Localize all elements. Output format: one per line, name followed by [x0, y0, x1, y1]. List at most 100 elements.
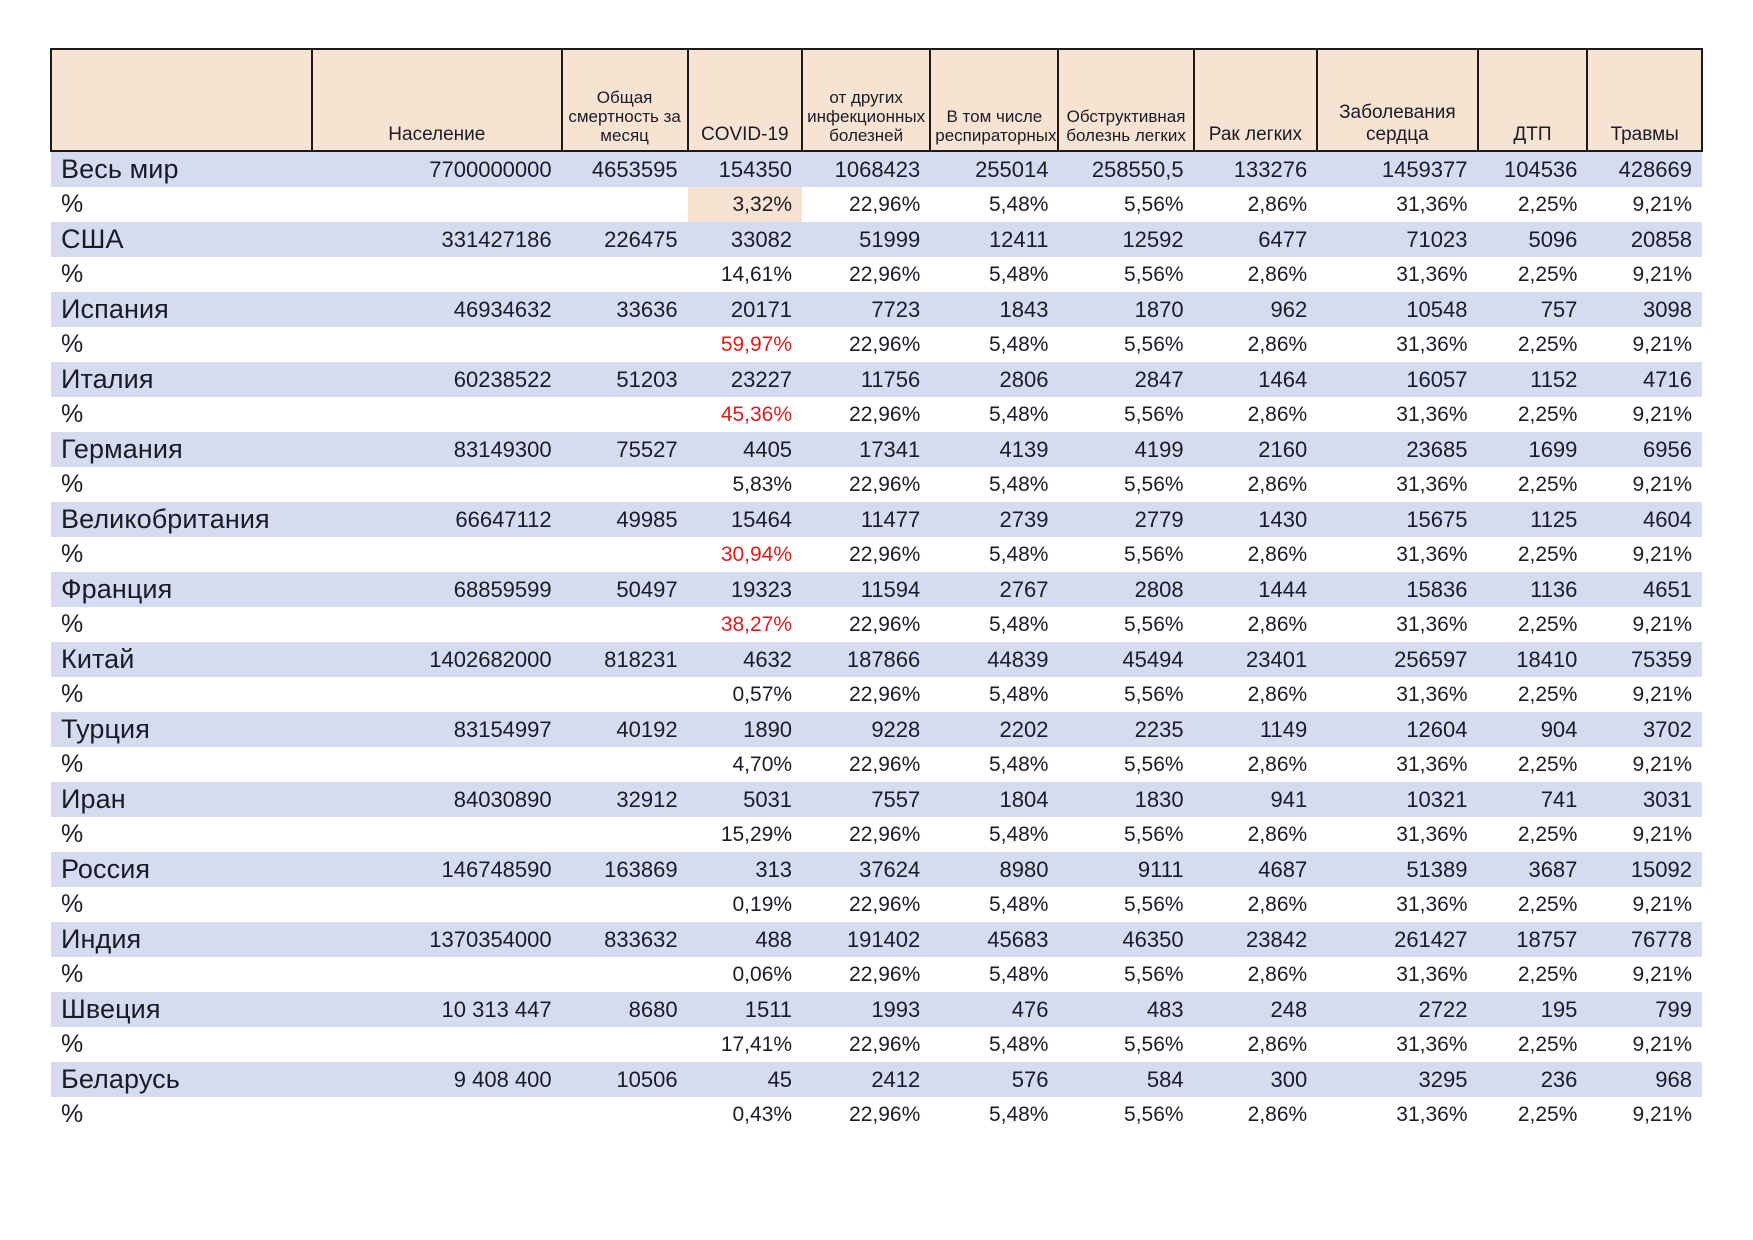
cell-death: 8680: [561, 992, 688, 1027]
cell-resp: 576: [930, 1062, 1059, 1097]
cell-covid: 313: [687, 852, 803, 887]
cell-traum: 428669: [1587, 151, 1702, 187]
cell-pct-resp: 5,48%: [930, 397, 1059, 432]
cell-pct-inf: 22,96%: [802, 817, 931, 852]
cell-pct-dtp: 2,25%: [1477, 187, 1588, 222]
cell-covid: 4405: [687, 432, 803, 467]
table-row-percent: % 17,41% 22,96% 5,48% 5,56% 2,86% 31,36% 2,25% 9…: [51, 1027, 1702, 1062]
cell-pct-covid: 38,27%: [687, 607, 803, 642]
cell-death: 226475: [561, 222, 688, 257]
table-row-percent: % 15,29% 22,96% 5,48% 5,56% 2,86% 31,36% 2,25% 9…: [51, 817, 1702, 852]
percent-row-label: %: [51, 957, 313, 992]
cell-inf: 11756: [802, 362, 931, 397]
cell-obstr: 2779: [1058, 502, 1194, 537]
cell-pct-obstr: 5,56%: [1058, 397, 1194, 432]
cell-pct-dtp: 2,25%: [1477, 817, 1588, 852]
cell-pct-inf: 22,96%: [802, 747, 931, 782]
cell-dtp: 904: [1477, 712, 1588, 747]
cell-pct-inf: 22,96%: [802, 607, 931, 642]
cell-heart: 15836: [1317, 572, 1478, 607]
cell-pct-lung: 2,86%: [1193, 607, 1318, 642]
percent-row-label: %: [51, 257, 313, 292]
cell-pct-death: [561, 1027, 688, 1062]
table-row-percent: % 0,43% 22,96% 5,48% 5,56% 2,86% 31,36% 2,25% 9,…: [51, 1097, 1702, 1132]
cell-covid: 1511: [687, 992, 803, 1027]
table-row-percent: % 45,36% 22,96% 5,48% 5,56% 2,86% 31,36% 2,25% 9…: [51, 397, 1702, 432]
cell-pct-heart: 31,36%: [1317, 257, 1478, 292]
table-row-percent: % 59,97% 22,96% 5,48% 5,56% 2,86% 31,36% 2,25% 9…: [51, 327, 1702, 362]
cell-pct-pop: [312, 537, 562, 572]
cell-pct-traum: 9,21%: [1587, 467, 1702, 502]
cell-obstr: 4199: [1058, 432, 1194, 467]
cell-resp: 8980: [930, 852, 1059, 887]
cell-pct-inf: 22,96%: [802, 1027, 931, 1062]
cell-traum: 4716: [1587, 362, 1702, 397]
cell-pct-traum: 9,21%: [1587, 747, 1702, 782]
cell-resp: 12411: [930, 222, 1059, 257]
country-name-cell: Германия: [51, 432, 313, 467]
cell-covid: 5031: [687, 782, 803, 817]
cell-traum: 3702: [1587, 712, 1702, 747]
cell-pct-death: [561, 327, 688, 362]
cell-covid: 33082: [687, 222, 803, 257]
cell-pct-traum: 9,21%: [1587, 1097, 1702, 1132]
cell-pct-obstr: 5,56%: [1058, 747, 1194, 782]
cell-pct-inf: 22,96%: [802, 187, 931, 222]
table-row-percent: % 30,94% 22,96% 5,48% 5,56% 2,86% 31,36% 2,25% 9…: [51, 537, 1702, 572]
cell-pct-death: [561, 607, 688, 642]
column-header-name: [49, 48, 314, 152]
cell-pct-dtp: 2,25%: [1477, 1027, 1588, 1062]
cell-covid: 154350: [687, 151, 803, 187]
cell-dtp: 757: [1477, 292, 1588, 327]
cell-pct-covid: 5,83%: [687, 467, 803, 502]
cell-pct-obstr: 5,56%: [1058, 537, 1194, 572]
cell-covid: 23227: [687, 362, 803, 397]
cell-pct-lung: 2,86%: [1193, 537, 1318, 572]
cell-dtp: 236: [1477, 1062, 1588, 1097]
cell-lung: 1444: [1193, 572, 1318, 607]
cell-obstr: 12592: [1058, 222, 1194, 257]
cell-covid: 19323: [687, 572, 803, 607]
cell-pct-covid: 59,97%: [687, 327, 803, 362]
cell-lung: 941: [1193, 782, 1318, 817]
cell-pct-obstr: 5,56%: [1058, 817, 1194, 852]
cell-pct-heart: 31,36%: [1317, 397, 1478, 432]
table-row: Россия 146748590 163869 313 37624 8980 9111 468…: [51, 852, 1702, 887]
cell-pop: 7700000000: [312, 151, 562, 187]
cell-pct-traum: 9,21%: [1587, 607, 1702, 642]
cell-pct-lung: 2,86%: [1193, 187, 1318, 222]
cell-pct-resp: 5,48%: [930, 187, 1059, 222]
cell-pct-inf: 22,96%: [802, 397, 931, 432]
cell-pct-heart: 31,36%: [1317, 747, 1478, 782]
cell-death: 163869: [561, 852, 688, 887]
cell-inf: 187866: [802, 642, 931, 677]
cell-inf: 1068423: [802, 151, 931, 187]
cell-dtp: 1125: [1477, 502, 1588, 537]
cell-heart: 10321: [1317, 782, 1478, 817]
cell-pct-pop: [312, 397, 562, 432]
cell-death: 10506: [561, 1062, 688, 1097]
cell-obstr: 1870: [1058, 292, 1194, 327]
cell-pct-lung: 2,86%: [1193, 817, 1318, 852]
cell-pct-heart: 31,36%: [1317, 327, 1478, 362]
percent-row-label: %: [51, 467, 313, 502]
cell-pct-dtp: 2,25%: [1477, 677, 1588, 712]
cell-pct-obstr: 5,56%: [1058, 187, 1194, 222]
cell-pct-inf: 22,96%: [802, 887, 931, 922]
cell-pct-resp: 5,48%: [930, 1027, 1059, 1062]
column-header-covid19: COVID-19: [686, 48, 804, 152]
cell-traum: 75359: [1587, 642, 1702, 677]
cell-death: 32912: [561, 782, 688, 817]
cell-pct-resp: 5,48%: [930, 817, 1059, 852]
cell-pct-traum: 9,21%: [1587, 677, 1702, 712]
cell-pct-obstr: 5,56%: [1058, 677, 1194, 712]
cell-pct-covid: 0,57%: [687, 677, 803, 712]
column-header-total-monthly-mortality: Общая смертность за месяц: [560, 48, 689, 152]
country-name-cell: Швеция: [51, 992, 313, 1027]
table-row: США 331427186 226475 33082 51999 12411 12592 64…: [51, 222, 1702, 257]
cell-pct-covid: 14,61%: [687, 257, 803, 292]
cell-dtp: 3687: [1477, 852, 1588, 887]
cell-heart: 1459377: [1317, 151, 1478, 187]
table-body: Весь мир 7700000000 4653595 154350 1068423 25…: [51, 151, 1702, 1132]
cell-pct-dtp: 2,25%: [1477, 747, 1588, 782]
